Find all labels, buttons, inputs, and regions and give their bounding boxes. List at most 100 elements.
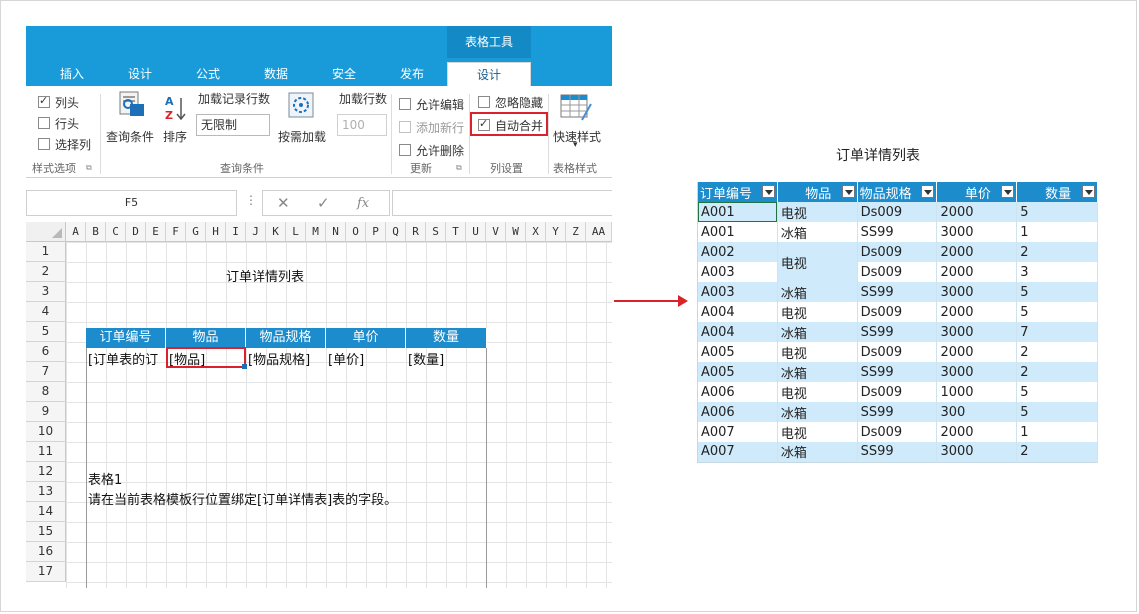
column-header[interactable]: O [346,222,366,242]
column-header[interactable]: V [486,222,506,242]
table-cell-spec[interactable]: Ds009 [857,242,938,262]
tab-security[interactable]: 安全 [324,62,364,86]
column-header[interactable]: J [246,222,266,242]
name-box[interactable]: F5 [26,190,237,216]
table-cell-spec[interactable]: SS99 [857,322,938,342]
binding-order-id[interactable]: [订单表的订 [88,349,164,368]
confirm-icon[interactable]: ✓ [317,194,330,212]
on-demand-load-icon[interactable] [288,92,314,118]
column-header[interactable]: C [106,222,126,242]
sort-label[interactable]: 排序 [163,128,187,145]
column-header[interactable]: S [426,222,446,242]
ignore-hidden-checkbox[interactable] [478,96,490,108]
table-cell-item[interactable]: 电视 [777,342,858,362]
table-cell-qty[interactable]: 3 [1016,262,1098,282]
column-header[interactable]: P [366,222,386,242]
row-header[interactable]: 9 [26,402,66,422]
table-row[interactable]: A003 Ds009 2000 3 [697,262,1098,282]
column-header[interactable]: L [286,222,306,242]
table-cell-id[interactable]: A005 [697,362,778,382]
table-cell-qty[interactable]: 5 [1016,302,1098,322]
table-cell-item[interactable]: 冰箱 [777,402,858,422]
column-header[interactable]: Z [566,222,586,242]
table-cell-spec[interactable]: SS99 [857,362,938,382]
table-cell-price[interactable]: 2000 [936,242,1018,262]
table-cell-id[interactable]: A007 [697,442,778,462]
filter-dropdown-icon[interactable] [761,185,775,198]
tab-table-design[interactable]: 设计 [447,62,531,86]
on-demand-load-label[interactable]: 按需加载 [278,128,326,145]
table-row[interactable]: A001 电视 Ds009 2000 5 [697,202,1098,222]
select-column-checkbox[interactable] [38,138,50,150]
style-options-launcher-icon[interactable]: ⧉ [86,163,92,173]
table-row[interactable]: A007 冰箱 SS99 3000 2 [697,442,1098,462]
binding-price[interactable]: [单价] [328,349,404,368]
table-row[interactable]: A001 冰箱 SS99 3000 1 [697,222,1098,242]
row-header[interactable]: 3 [26,282,66,302]
function-icon[interactable]: fx [357,196,369,211]
table-cell-spec[interactable]: Ds009 [857,302,938,322]
table-cell-qty[interactable]: 7 [1016,322,1098,342]
tab-data[interactable]: 数据 [256,62,296,86]
row-header[interactable]: 10 [26,422,66,442]
table-cell-price[interactable]: 2000 [936,302,1018,322]
row-header[interactable]: 15 [26,522,66,542]
table-row[interactable]: A004 冰箱 SS99 3000 7 [697,322,1098,342]
load-count-input[interactable]: 100 [337,114,387,136]
column-header[interactable]: Q [386,222,406,242]
load-rows-select[interactable]: 无限制 [196,114,270,136]
row-header[interactable]: 11 [26,442,66,462]
table-cell-qty[interactable]: 2 [1016,442,1098,462]
table-cell-spec[interactable]: SS99 [857,222,938,242]
row-header[interactable]: 2 [26,262,66,282]
column-header[interactable]: Y [546,222,566,242]
column-header[interactable]: E [146,222,166,242]
filter-dropdown-icon[interactable] [921,185,935,198]
table-row[interactable]: A006 电视 Ds009 1000 5 [697,382,1098,402]
table-cell-item[interactable]: 冰箱 [777,282,858,302]
filter-dropdown-icon[interactable] [841,185,855,198]
row-header[interactable]: 7 [26,362,66,382]
table-cell-price[interactable]: 3000 [936,282,1018,302]
table-cell-item[interactable]: 电视 [777,422,858,442]
table-cell-spec[interactable]: Ds009 [857,202,938,222]
table-cell-price[interactable]: 3000 [936,322,1018,342]
column-header-checkbox[interactable] [38,94,50,108]
tab-design[interactable]: 设计 [120,62,160,86]
table-cell-id[interactable]: A004 [697,322,778,342]
row-header[interactable]: 1 [26,242,66,262]
binding-spec[interactable]: [物品规格] [248,349,326,368]
table-cell-spec[interactable]: Ds009 [857,382,938,402]
formula-input[interactable] [392,190,612,216]
table-cell-qty[interactable]: 5 [1016,282,1098,302]
table-cell-price[interactable]: 2000 [936,202,1018,222]
table-cell-id[interactable]: A001 [697,202,778,222]
table-cell-qty[interactable]: 1 [1016,222,1098,242]
table-cell-id[interactable]: A003 [697,262,778,282]
table-cell-spec[interactable]: SS99 [857,442,938,462]
table-cell-item[interactable]: 电视 [777,202,858,222]
table-cell-price[interactable]: 3000 [936,222,1018,242]
table-cell-item[interactable]: 电视 [777,302,858,322]
table-cell-spec[interactable]: SS99 [857,282,938,302]
table-cell-price[interactable]: 3000 [936,362,1018,382]
table-cell-price[interactable]: 1000 [936,382,1018,402]
table-cell-qty[interactable]: 2 [1016,362,1098,382]
table-cell-id[interactable]: A001 [697,222,778,242]
filter-dropdown-icon[interactable] [1001,185,1015,198]
column-header[interactable]: W [506,222,526,242]
quick-style-dropdown-icon[interactable]: ▾ [573,140,578,150]
table-cell-id[interactable]: A006 [697,382,778,402]
table-cell-qty[interactable]: 1 [1016,422,1098,442]
column-header[interactable]: H [206,222,226,242]
table-cell-qty[interactable]: 2 [1016,242,1098,262]
table-cell-id[interactable]: A004 [697,302,778,322]
column-header[interactable]: I [226,222,246,242]
table-cell-spec[interactable]: Ds009 [857,422,938,442]
tab-insert[interactable]: 插入 [52,62,92,86]
table-cell-item[interactable]: 冰箱 [777,442,858,462]
tab-publish[interactable]: 发布 [392,62,432,86]
row-header[interactable]: 8 [26,382,66,402]
table-cell-id[interactable]: A003 [697,282,778,302]
filter-dropdown-icon[interactable] [1082,185,1095,198]
